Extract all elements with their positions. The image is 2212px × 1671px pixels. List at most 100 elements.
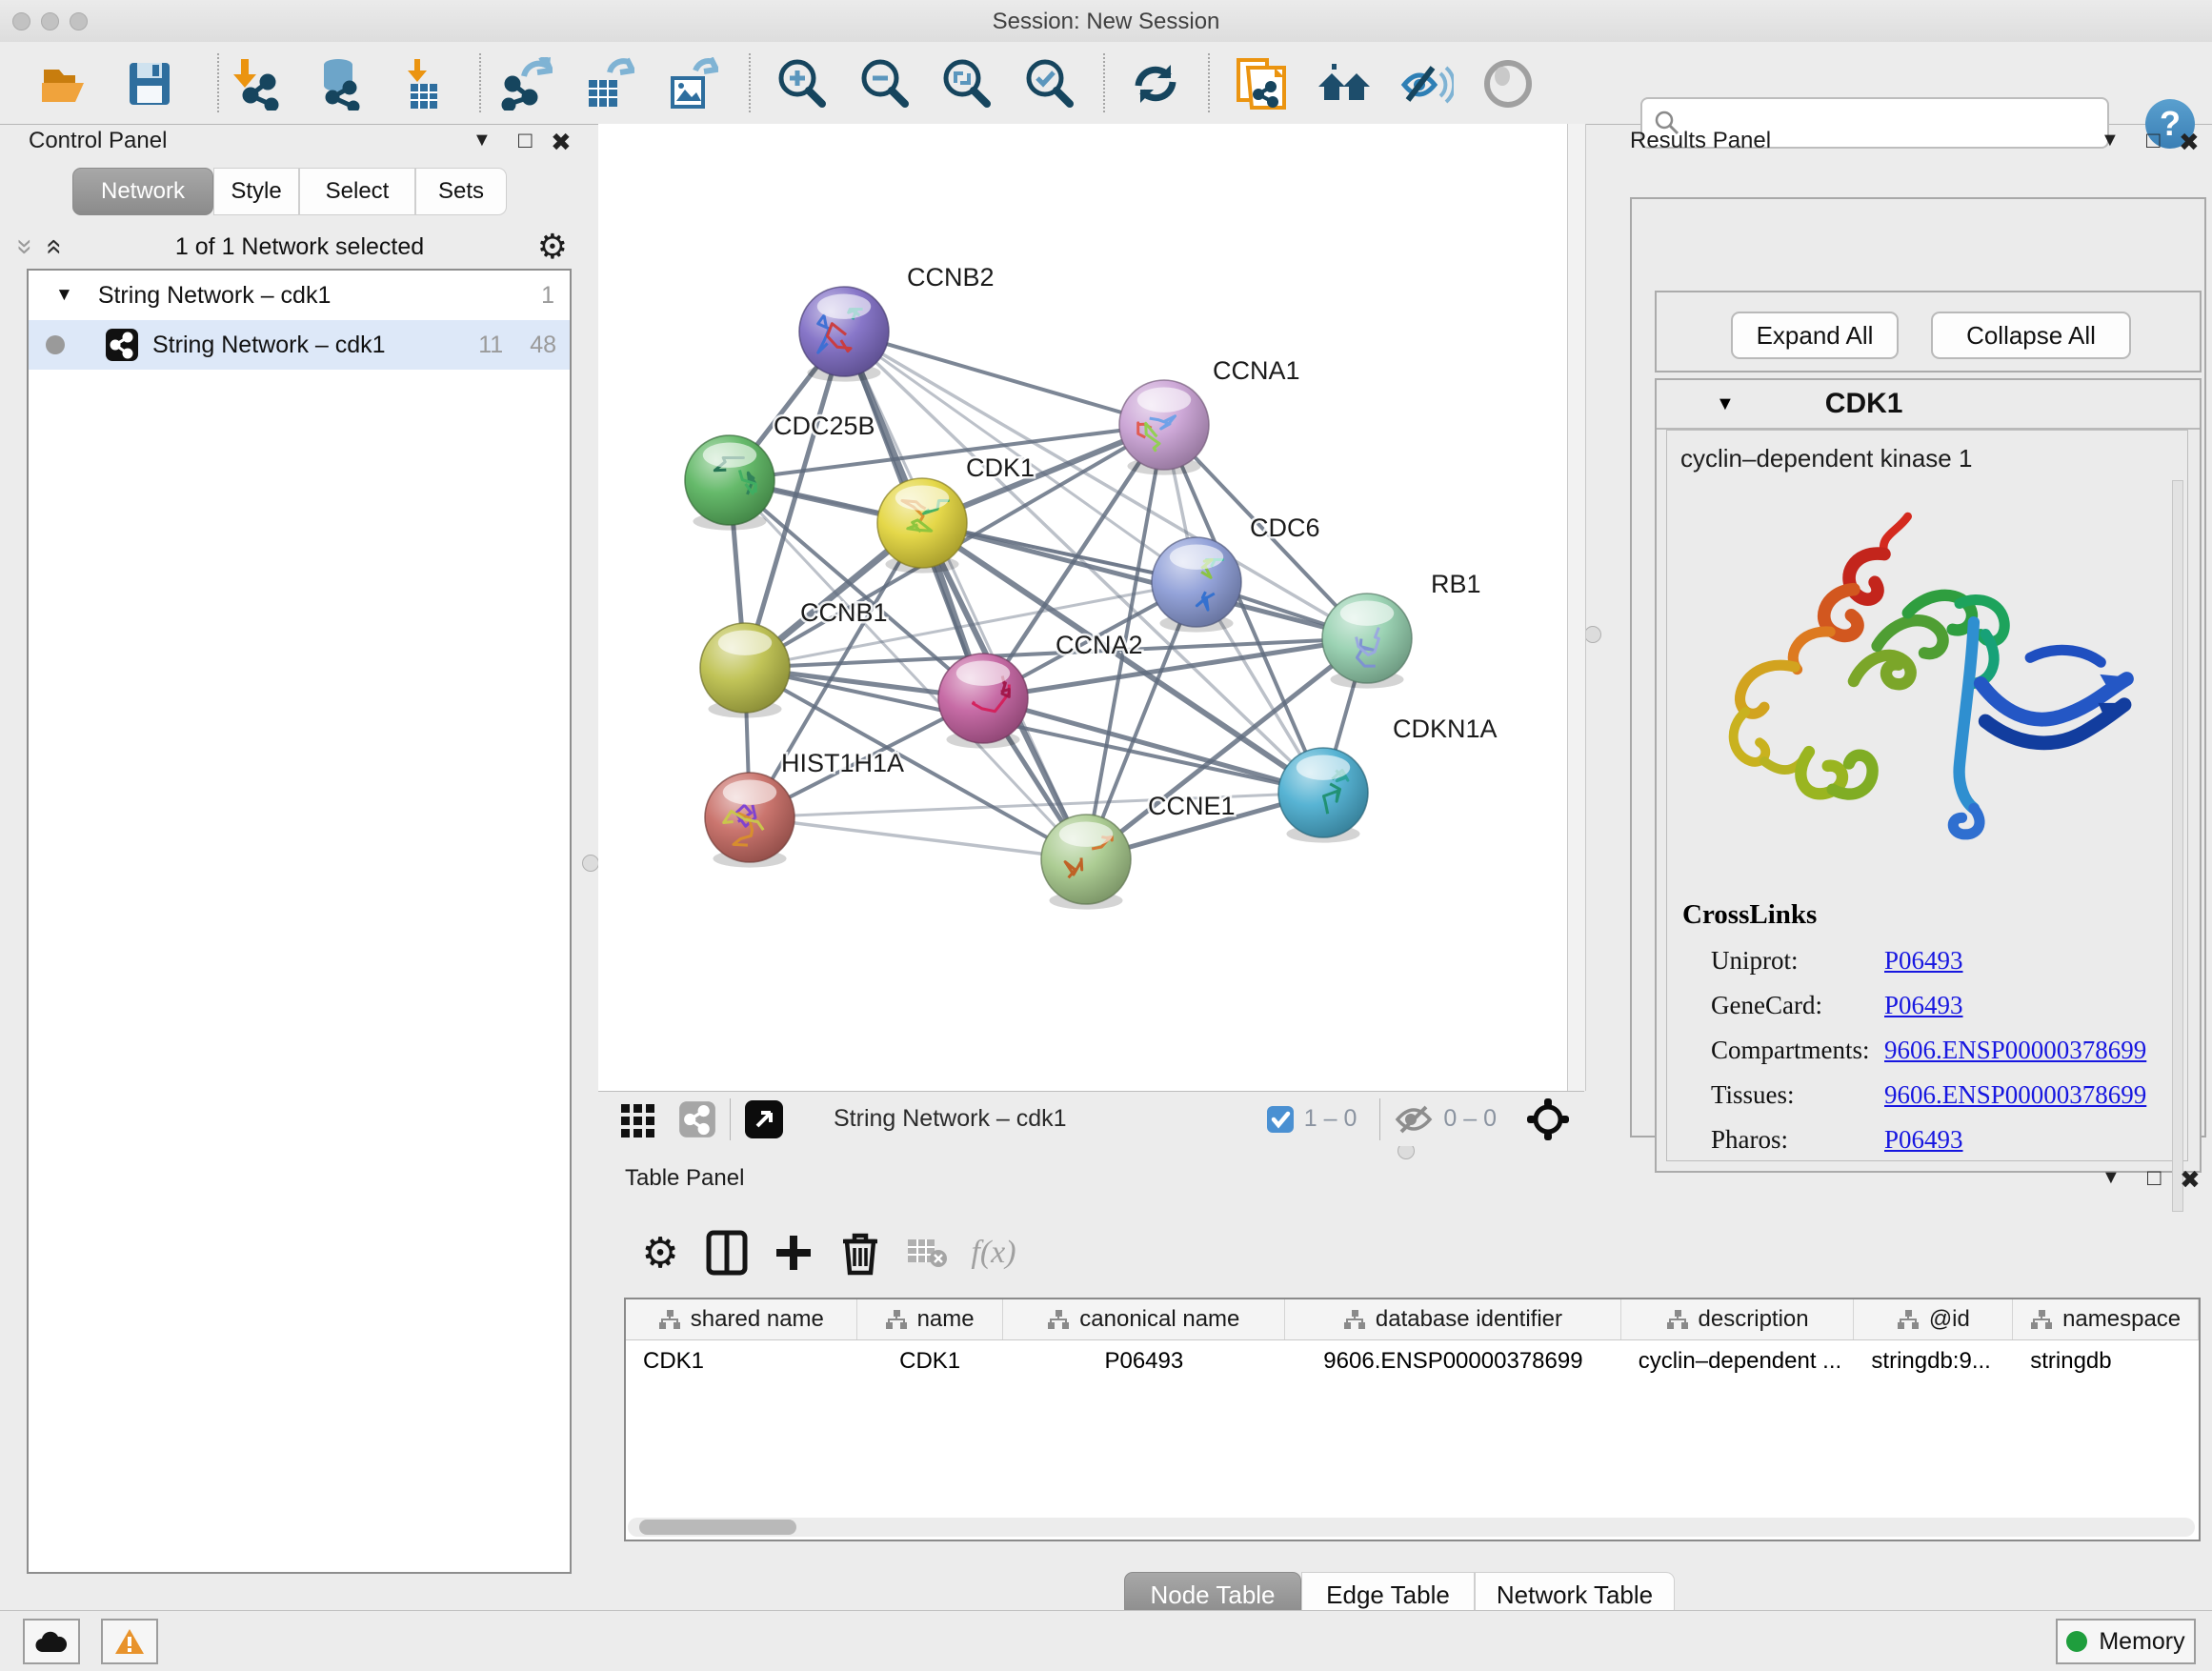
pharos-link[interactable]: P06493 (1884, 1125, 1963, 1155)
right-splitter-handle[interactable] (1584, 626, 1601, 643)
import-database-icon[interactable] (311, 56, 366, 111)
clone-network-icon[interactable] (1233, 56, 1288, 111)
collapse-all-networks-icon[interactable]: « (40, 239, 69, 255)
cell-description[interactable]: cyclin–dependent ... (1621, 1340, 1855, 1382)
cell-database-identifier[interactable]: 9606.ENSP00000378699 (1285, 1340, 1621, 1382)
cell-shared-name[interactable]: CDK1 (626, 1340, 857, 1382)
uniprot-link[interactable]: P06493 (1884, 946, 1963, 976)
show-columns-icon[interactable] (694, 1230, 760, 1276)
tissues-link[interactable]: 9606.ENSP00000378699 (1884, 1080, 2146, 1110)
cell-namespace[interactable]: stringdb (2013, 1340, 2199, 1382)
panel-close-icon[interactable]: ✖ (551, 128, 572, 157)
main-toolbar: ? (0, 42, 2212, 125)
tab-style[interactable]: Style (213, 168, 299, 215)
tab-network[interactable]: Network (72, 168, 213, 215)
results-panel: Results Panel ▼ □ ✖ Expand All Collapse … (1617, 124, 2212, 1142)
selected-checkbox-icon[interactable] (1266, 1105, 1295, 1134)
import-table-icon[interactable] (396, 56, 452, 111)
save-session-icon[interactable] (122, 56, 177, 111)
hide-selected-icon[interactable] (1398, 56, 1454, 111)
open-session-icon[interactable] (36, 56, 91, 111)
gene-section-header[interactable]: ▼ CDK1 (1657, 380, 2200, 430)
collapse-all-button[interactable]: Collapse All (1931, 312, 2131, 359)
delete-table-icon[interactable] (894, 1236, 960, 1270)
column-type-icon (2030, 1309, 2053, 1330)
table-close-icon[interactable]: ✖ (2180, 1165, 2201, 1195)
cloud-icon (34, 1629, 69, 1654)
compartments-link[interactable]: 9606.ENSP00000378699 (1884, 1036, 2146, 1065)
tab-sets[interactable]: Sets (415, 168, 507, 215)
gene-caret-icon[interactable]: ▼ (1716, 393, 1735, 415)
network-share-gray-icon[interactable] (678, 1100, 716, 1138)
results-collapse-icon[interactable]: ▼ (2101, 130, 2120, 151)
column-header-4[interactable]: description (1621, 1299, 1855, 1339)
zoom-selected-icon[interactable] (1021, 56, 1076, 111)
import-network-icon[interactable] (229, 56, 284, 111)
fit-selected-target-icon[interactable] (1525, 1097, 1571, 1142)
column-header-1[interactable]: name (857, 1299, 1003, 1339)
gene-scrollbar[interactable] (2172, 480, 2183, 1212)
export-image-icon[interactable] (664, 56, 719, 111)
column-header-0[interactable]: shared name (626, 1299, 857, 1339)
table-float-icon[interactable]: □ (2147, 1165, 2162, 1192)
network-graph[interactable]: CCNB2CCNA1CDC25BCDK1CDC6RB1CCNB1CCNA2CDK… (598, 124, 1567, 1091)
network-view-dot-icon (46, 335, 65, 354)
left-splitter-handle[interactable] (582, 855, 599, 872)
gene-name: CDK1 (1825, 388, 1903, 420)
genecard-link[interactable]: P06493 (1884, 991, 1963, 1020)
crosslinks-title: CrossLinks (1682, 899, 2146, 931)
network-collection-row[interactable]: ▼ String Network – cdk1 1 (29, 271, 570, 320)
column-header-5[interactable]: @id (1854, 1299, 2013, 1339)
zoom-out-icon[interactable] (856, 56, 912, 111)
network-options-gear-icon[interactable]: ⚙ (537, 227, 568, 267)
expand-all-button[interactable]: Expand All (1731, 312, 1899, 359)
table-hscrollbar-thumb[interactable] (639, 1520, 796, 1535)
crosslink-row: Pharos:P06493 (1682, 1125, 2146, 1155)
column-header-6[interactable]: namespace (2013, 1299, 2199, 1339)
delete-column-icon[interactable] (827, 1230, 894, 1276)
results-close-icon[interactable]: ✖ (2179, 128, 2200, 157)
graph-node-RB1 (1322, 594, 1412, 689)
network-list: ▼ String Network – cdk1 1 String Network… (27, 269, 572, 1574)
crosslink-row: GeneCard:P06493 (1682, 991, 2146, 1020)
collection-caret-icon[interactable]: ▼ (55, 285, 73, 306)
memory-button[interactable]: Memory (2056, 1619, 2196, 1664)
panel-float-icon[interactable]: □ (518, 128, 533, 154)
svg-text:CCNE1: CCNE1 (1148, 792, 1236, 820)
export-table-icon[interactable] (580, 56, 635, 111)
network-row[interactable]: String Network – cdk1 11 48 (29, 320, 570, 370)
cloud-status-button[interactable] (23, 1619, 80, 1664)
show-all-icon[interactable] (1480, 56, 1536, 111)
zoom-fit-icon[interactable] (938, 56, 994, 111)
cell--id[interactable]: stringdb:9... (1854, 1340, 2013, 1382)
cell-name[interactable]: CDK1 (857, 1340, 1003, 1382)
tab-select[interactable]: Select (299, 168, 415, 215)
panel-collapse-icon[interactable]: ▼ (473, 130, 492, 151)
function-builder-icon[interactable]: f(x) (960, 1235, 1027, 1271)
results-float-icon[interactable]: □ (2146, 128, 2161, 154)
expand-all-networks-icon[interactable]: » (10, 239, 39, 255)
network-canvas[interactable]: CCNB2CCNA1CDC25BCDK1CDC6RB1CCNB1CCNA2CDK… (598, 124, 1567, 1091)
hidden-eye-slash-icon (1394, 1103, 1434, 1136)
graph-node-CCNB2 (799, 287, 889, 382)
window-title: Session: New Session (0, 9, 2212, 35)
graph-node-CCNB1 (700, 623, 790, 718)
table-settings-gear-icon[interactable]: ⚙ (627, 1229, 694, 1278)
table-hscrollbar[interactable] (628, 1518, 2195, 1537)
birdseye-view-icon[interactable] (744, 1099, 784, 1139)
refresh-layout-icon[interactable] (1128, 56, 1183, 111)
export-network-icon[interactable] (498, 56, 553, 111)
table-panel-title: Table Panel (625, 1165, 744, 1192)
table-row[interactable]: CDK1CDK1P064939606.ENSP00000378699cyclin… (626, 1340, 2199, 1382)
canvas-scrollbar[interactable] (1567, 124, 1586, 1091)
canvas-network-title: String Network – cdk1 (834, 1105, 1067, 1133)
zoom-in-icon[interactable] (774, 56, 829, 111)
cell-canonical-name[interactable]: P06493 (1003, 1340, 1286, 1382)
warning-status-button[interactable] (101, 1619, 158, 1664)
grid-view-icon[interactable] (619, 1100, 657, 1138)
add-column-icon[interactable] (760, 1232, 827, 1274)
table-collapse-icon[interactable]: ▼ (2101, 1167, 2121, 1189)
column-header-2[interactable]: canonical name (1003, 1299, 1286, 1339)
home-icon[interactable] (1317, 56, 1372, 111)
column-header-3[interactable]: database identifier (1285, 1299, 1621, 1339)
